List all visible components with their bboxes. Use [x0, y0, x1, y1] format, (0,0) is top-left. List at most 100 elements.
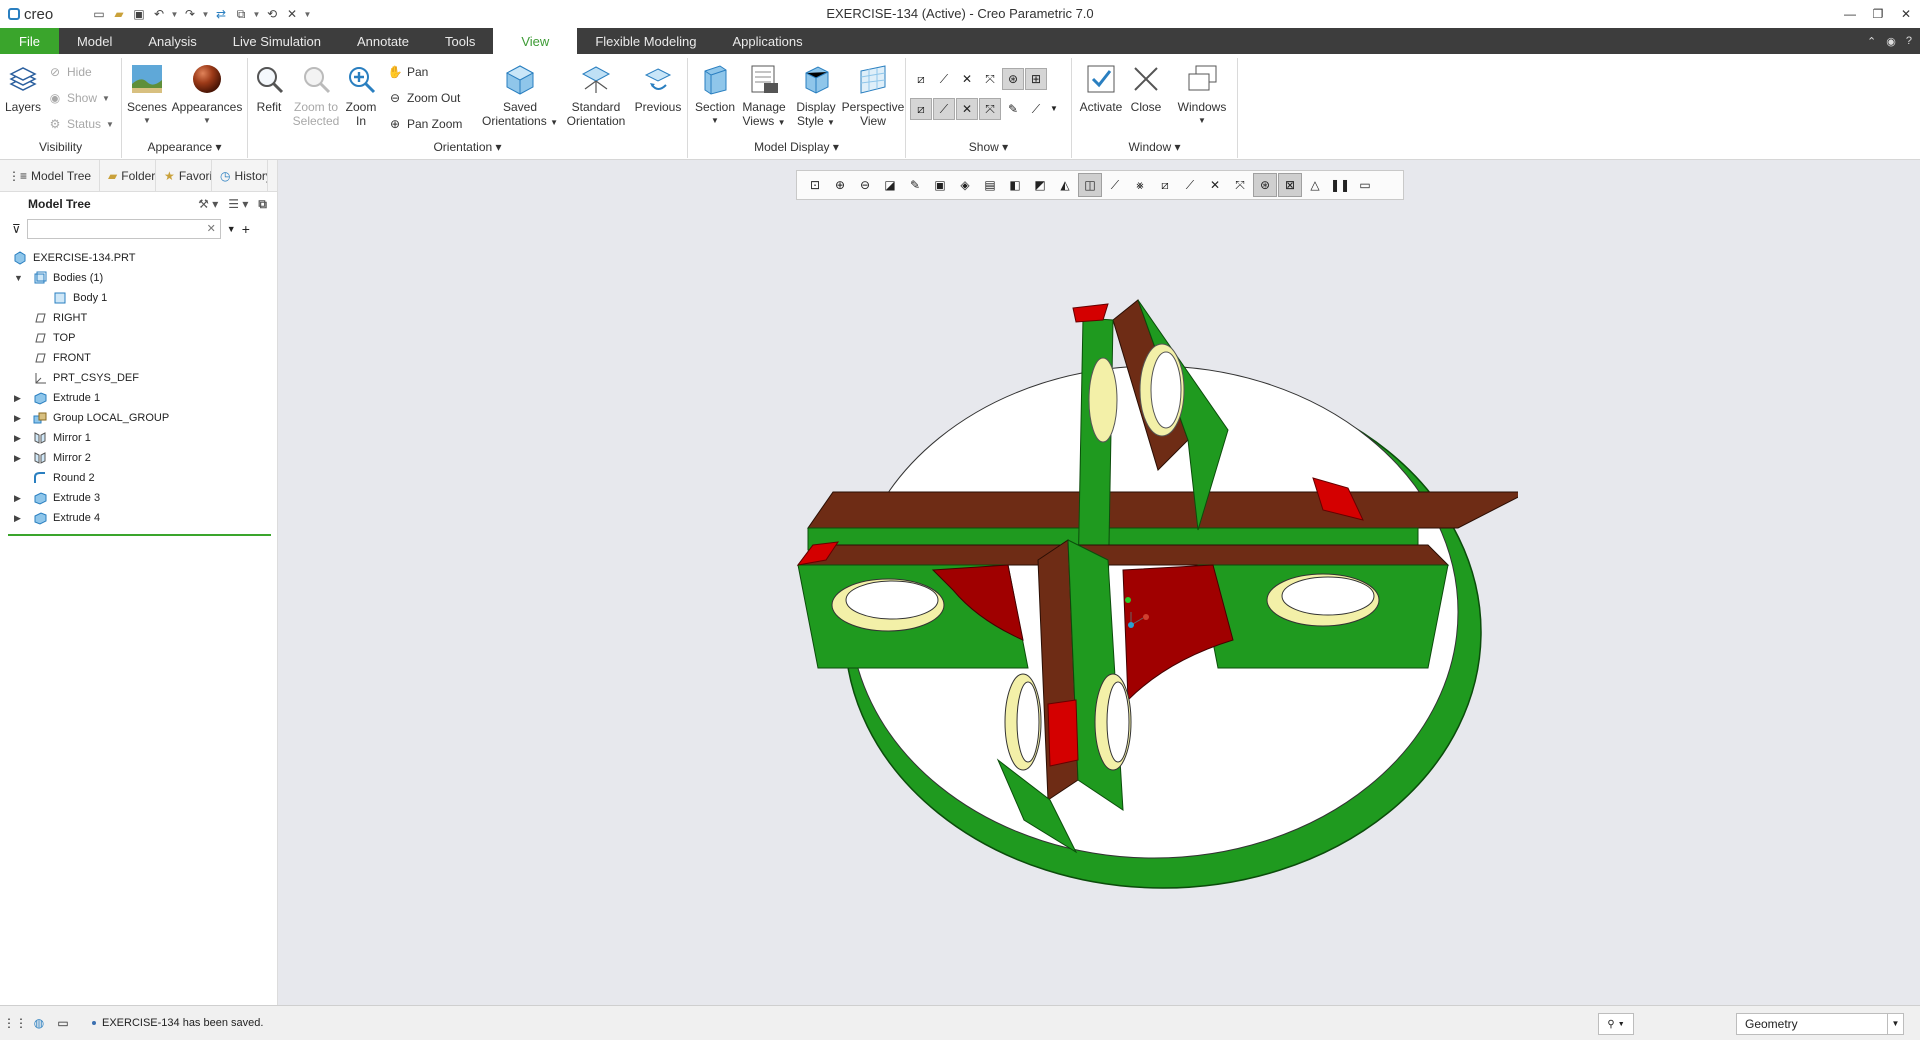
- expand-icon[interactable]: ▶: [14, 513, 24, 524]
- navigator-toggle-icon[interactable]: ⋮⋮: [3, 1014, 27, 1032]
- manage-views-button[interactable]: Manage Views ▼: [738, 62, 790, 130]
- previous-button[interactable]: Previous: [632, 62, 684, 114]
- saved-orientations-button[interactable]: Saved Orientations ▼: [480, 62, 560, 130]
- window-group-label[interactable]: Window ▾: [1072, 140, 1237, 154]
- zoom-to-selected-button[interactable]: Zoom to Selected: [288, 62, 344, 128]
- tab-history[interactable]: ◷History: [212, 159, 269, 192]
- axis-tag-icon[interactable]: ⟋: [933, 98, 955, 120]
- tree-settings-icon[interactable]: ⚒ ▾: [198, 197, 218, 212]
- save-icon[interactable]: ▣: [130, 5, 148, 23]
- view-manager-icon[interactable]: ▤: [978, 173, 1002, 197]
- minimize-icon[interactable]: —: [1836, 0, 1864, 28]
- tab-tools[interactable]: Tools: [427, 28, 493, 54]
- help-icon[interactable]: ?: [1906, 35, 1912, 47]
- axis-display-icon[interactable]: ⟋: [933, 68, 955, 90]
- appearance-view-icon[interactable]: ◭: [1053, 173, 1077, 197]
- activate-icon[interactable]: ⟲: [263, 5, 281, 23]
- note-icon[interactable]: ▭: [1353, 173, 1377, 197]
- show-more-dropdown-icon[interactable]: ▼: [1050, 104, 1058, 113]
- tree-item[interactable]: FRONT: [0, 348, 277, 368]
- full-screen-icon[interactable]: ▭: [54, 1014, 72, 1032]
- annotation-display-icon[interactable]: ⊞: [1025, 68, 1047, 90]
- tab-favorites[interactable]: ★Favorites: [156, 159, 213, 192]
- orientation-group-label[interactable]: Orientation ▾: [248, 140, 687, 154]
- tree-search-input[interactable]: ✕: [26, 219, 221, 239]
- saved-orientations-view-icon[interactable]: ▣: [928, 173, 952, 197]
- csys-tag-icon[interactable]: ⤧: [979, 98, 1001, 120]
- tab-flexible-modeling[interactable]: Flexible Modeling: [577, 28, 714, 54]
- refit-view-icon[interactable]: ⊡: [803, 173, 827, 197]
- shading-icon[interactable]: ◫: [1078, 173, 1102, 197]
- minimize-ribbon-icon[interactable]: ⌃: [1867, 35, 1876, 48]
- appearances-button[interactable]: Appearances ▼: [170, 62, 244, 128]
- undo-dropdown-icon[interactable]: ▼: [170, 10, 179, 19]
- perspective-view-toggle-icon[interactable]: ⟋: [1103, 173, 1127, 197]
- tree-item[interactable]: Round 2: [0, 468, 277, 488]
- datum-axes-toggle-icon[interactable]: ⧄: [1153, 173, 1177, 197]
- activate-button[interactable]: Activate: [1076, 62, 1126, 114]
- pan-button[interactable]: ✋ Pan: [388, 62, 429, 82]
- tree-item[interactable]: ▶ Extrude 4: [0, 508, 277, 528]
- tags-toggle-icon[interactable]: ⊠: [1278, 173, 1302, 197]
- expand-icon[interactable]: ▶: [14, 453, 24, 464]
- expand-icon[interactable]: ▶: [14, 493, 24, 504]
- display-style-button[interactable]: Display Style ▼: [790, 62, 842, 130]
- expand-icon[interactable]: ▶: [14, 433, 24, 444]
- 3d-model-part[interactable]: [778, 260, 1518, 900]
- tree-item[interactable]: ▶ Mirror 1: [0, 428, 277, 448]
- graphics-area[interactable]: ⊡ ⊕ ⊖ ◪ ✎ ▣ ◈ ▤ ◧ ◩ ◭ ◫ ⟋ ⨳ ⧄ ⟋ ✕ ⤧ ⊛ ⊠ …: [278, 160, 1920, 1005]
- annotations-toggle-icon[interactable]: ⤧: [1228, 173, 1252, 197]
- appearance-group-label[interactable]: Appearance ▾: [122, 140, 247, 154]
- tab-folder-browser[interactable]: ▰Folder Browser: [100, 159, 157, 192]
- tab-applications[interactable]: Applications: [714, 28, 820, 54]
- windows-icon[interactable]: ⧉: [232, 5, 250, 23]
- tab-file[interactable]: File: [0, 28, 59, 54]
- scenes-button[interactable]: Scenes ▼: [126, 62, 168, 128]
- plane-display-icon[interactable]: ⧄: [910, 68, 932, 90]
- insert-here-indicator[interactable]: [8, 534, 271, 536]
- csys-toggle-icon[interactable]: ✕: [1203, 173, 1227, 197]
- section-view-icon[interactable]: ◩: [1028, 173, 1052, 197]
- display-style-view-icon[interactable]: ◧: [1003, 173, 1027, 197]
- spin-center-toggle-icon[interactable]: ⊛: [1253, 173, 1277, 197]
- windows-button[interactable]: Windows ▼: [1172, 62, 1232, 128]
- point-display-icon[interactable]: ✕: [956, 68, 978, 90]
- section-button[interactable]: Section ▼: [692, 62, 738, 128]
- plane-tag-icon[interactable]: ⧄: [910, 98, 932, 120]
- tab-view[interactable]: View: [493, 28, 578, 54]
- model-display-group-label[interactable]: Model Display ▾: [688, 140, 905, 154]
- tab-analysis[interactable]: Analysis: [130, 28, 214, 54]
- hide-button[interactable]: ⊘ Hide: [48, 62, 92, 82]
- clear-search-icon[interactable]: ✕: [207, 222, 216, 235]
- tab-annotate[interactable]: Annotate: [339, 28, 427, 54]
- show-button[interactable]: ◉ Show ▼: [48, 88, 110, 108]
- tree-item[interactable]: PRT_CSYS_DEF: [0, 368, 277, 388]
- repaint-icon[interactable]: ◪: [878, 173, 902, 197]
- add-filter-icon[interactable]: +: [242, 221, 250, 237]
- tree-item[interactable]: TOP: [0, 328, 277, 348]
- zoom-out-button[interactable]: ⊖ Zoom Out: [388, 88, 460, 108]
- close-button[interactable]: Close: [1126, 62, 1166, 114]
- tree-item[interactable]: ▶ Extrude 1: [0, 388, 277, 408]
- layers-button[interactable]: Layers: [4, 62, 42, 114]
- named-views-icon[interactable]: ◈: [953, 173, 977, 197]
- show-group-label[interactable]: Show ▾: [906, 140, 1071, 154]
- collapse-icon[interactable]: ▼: [14, 273, 24, 283]
- spin-center-icon[interactable]: ⊛: [1002, 68, 1024, 90]
- pause-icon[interactable]: ❚❚: [1328, 173, 1352, 197]
- tree-item[interactable]: ▼ Bodies (1): [0, 268, 277, 288]
- settings-icon[interactable]: ◉: [1886, 35, 1896, 48]
- refit-button[interactable]: Refit: [252, 62, 286, 114]
- find-button[interactable]: ⚲ ▼: [1598, 1013, 1634, 1035]
- tree-item[interactable]: ▶ Extrude 3: [0, 488, 277, 508]
- warning-toggle-icon[interactable]: △: [1303, 173, 1327, 197]
- tree-item[interactable]: ▶ Mirror 2: [0, 448, 277, 468]
- more-show-icon[interactable]: ⟋: [1025, 98, 1047, 120]
- 3d-notes-icon[interactable]: ✎: [1002, 98, 1024, 120]
- windows-dropdown-icon[interactable]: ▼: [252, 10, 261, 19]
- zoom-out-view-icon[interactable]: ⊖: [853, 173, 877, 197]
- expand-icon[interactable]: ▶: [14, 393, 24, 404]
- tree-columns-icon[interactable]: ☰ ▾: [228, 197, 248, 212]
- perspective-view-button[interactable]: Perspective View: [842, 62, 904, 128]
- close-icon[interactable]: ✕: [1892, 0, 1920, 28]
